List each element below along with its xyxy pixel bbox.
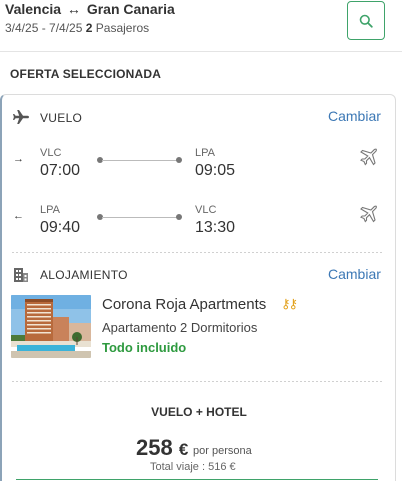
route-line (102, 217, 178, 218)
route-end-dot (176, 157, 182, 163)
return-destination-code: VLC (195, 204, 217, 216)
airline-plane-icon (360, 148, 377, 166)
price-unit: por persona (193, 445, 252, 457)
round-trip-arrow-icon: ↔ (63, 1, 85, 17)
flight-label: VUELO (40, 111, 83, 125)
key-icon: ⚷ (288, 296, 298, 311)
origin-city: Valencia (5, 1, 62, 17)
price-currency: € (178, 440, 189, 459)
room-type: Apartamento 2 Dormitorios (102, 320, 258, 335)
section-separator (12, 381, 382, 382)
route-summary: Valencia ↔ Gran Canaria (5, 1, 175, 17)
search-icon (359, 14, 373, 28)
accent-divider (16, 479, 378, 480)
return-departure-time: 09:40 (40, 219, 81, 236)
airline-plane-icon (360, 205, 377, 223)
outbound-destination-code: LPA (195, 147, 215, 159)
board-type: Todo incluido (102, 340, 187, 355)
accommodation-label: ALOJAMIENTO (40, 268, 128, 282)
offer-page: Valencia ↔ Gran Canaria 3/4/25 - 7/4/25 … (0, 0, 402, 481)
change-flight-link[interactable]: Cambiar (328, 108, 381, 124)
header-divider (0, 51, 402, 52)
return-origin-code: LPA (40, 204, 60, 216)
passenger-label: Pasajeros (95, 21, 150, 35)
trip-dates: 3/4/25 - 7/4/25 (5, 21, 83, 35)
search-summary-header: Valencia ↔ Gran Canaria 3/4/25 - 7/4/25 … (0, 0, 402, 50)
arrow-left-icon: ← (13, 210, 24, 222)
route-line (102, 160, 178, 161)
total-price: Total viaje : 516 € (150, 461, 236, 473)
change-hotel-link[interactable]: Cambiar (328, 266, 381, 282)
flight-icon (13, 110, 29, 124)
outbound-departure-time: 07:00 (40, 162, 81, 179)
hotel-photo[interactable] (11, 295, 91, 358)
trip-dates-passengers: 3/4/25 - 7/4/25 2 Pasajeros (5, 21, 149, 35)
section-title: OFERTA SELECCIONADA (10, 67, 162, 81)
building-icon (14, 268, 28, 282)
package-title: VUELO + HOTEL (151, 405, 247, 419)
price-per-person: 258 € (136, 435, 188, 461)
route-end-dot (176, 214, 182, 220)
outbound-arrival-time: 09:05 (195, 162, 236, 179)
search-button[interactable] (347, 1, 385, 40)
price-amount: 258 (136, 435, 173, 460)
rating-keys: ⚷⚷ (281, 296, 298, 312)
passenger-count: 2 (85, 21, 93, 35)
key-icon: ⚷ (281, 296, 290, 311)
arrow-right-icon: → (13, 153, 24, 165)
hotel-name[interactable]: Corona Roja Apartments (102, 296, 266, 313)
section-separator (12, 252, 382, 253)
outbound-origin-code: VLC (40, 147, 62, 159)
destination-city: Gran Canaria (86, 1, 175, 17)
selected-offer-card: VUELO Cambiar → VLC 07:00 LPA 09:05 ← LP… (0, 94, 396, 481)
return-arrival-time: 13:30 (195, 219, 236, 236)
